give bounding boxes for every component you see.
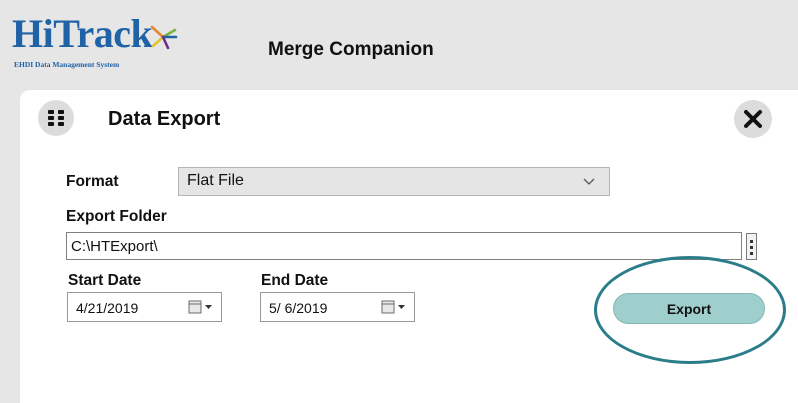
menu-button[interactable] [38,100,74,136]
chevron-down-icon [583,178,595,185]
format-select[interactable]: Flat File [178,167,610,196]
dot-icon [750,246,753,249]
calendar-dropdown-icon[interactable] [188,300,214,314]
format-label: Format [66,173,119,190]
dot-icon [750,252,753,255]
end-date-label: End Date [261,272,329,289]
start-date-value: 4/21/2019 [76,300,139,316]
calendar-dropdown-icon[interactable] [381,300,407,314]
panel-title: Data Export [108,108,221,130]
start-date-label: Start Date [68,272,142,289]
hitrack-logo: HiTrack [12,11,153,56]
start-date-picker[interactable]: 4/21/2019 [67,292,222,322]
grid-menu-icon [48,110,64,126]
logo-subtitle: EHDI Data Management System [14,60,120,69]
browse-folder-button[interactable] [746,233,757,260]
close-icon [744,110,762,128]
app-title: Merge Companion [268,39,434,60]
end-date-picker[interactable]: 5/ 6/2019 [260,292,415,322]
close-button[interactable] [734,100,772,138]
export-folder-input[interactable] [66,232,742,260]
dot-icon [750,240,753,243]
logo-star-icon [150,25,178,50]
export-folder-label: Export Folder [66,208,167,225]
end-date-value: 5/ 6/2019 [269,300,328,316]
format-select-value: Flat File [187,172,244,189]
export-button[interactable]: Export [613,293,765,324]
app-header: HiTrack EHDI Data Management System Merg… [0,0,798,80]
